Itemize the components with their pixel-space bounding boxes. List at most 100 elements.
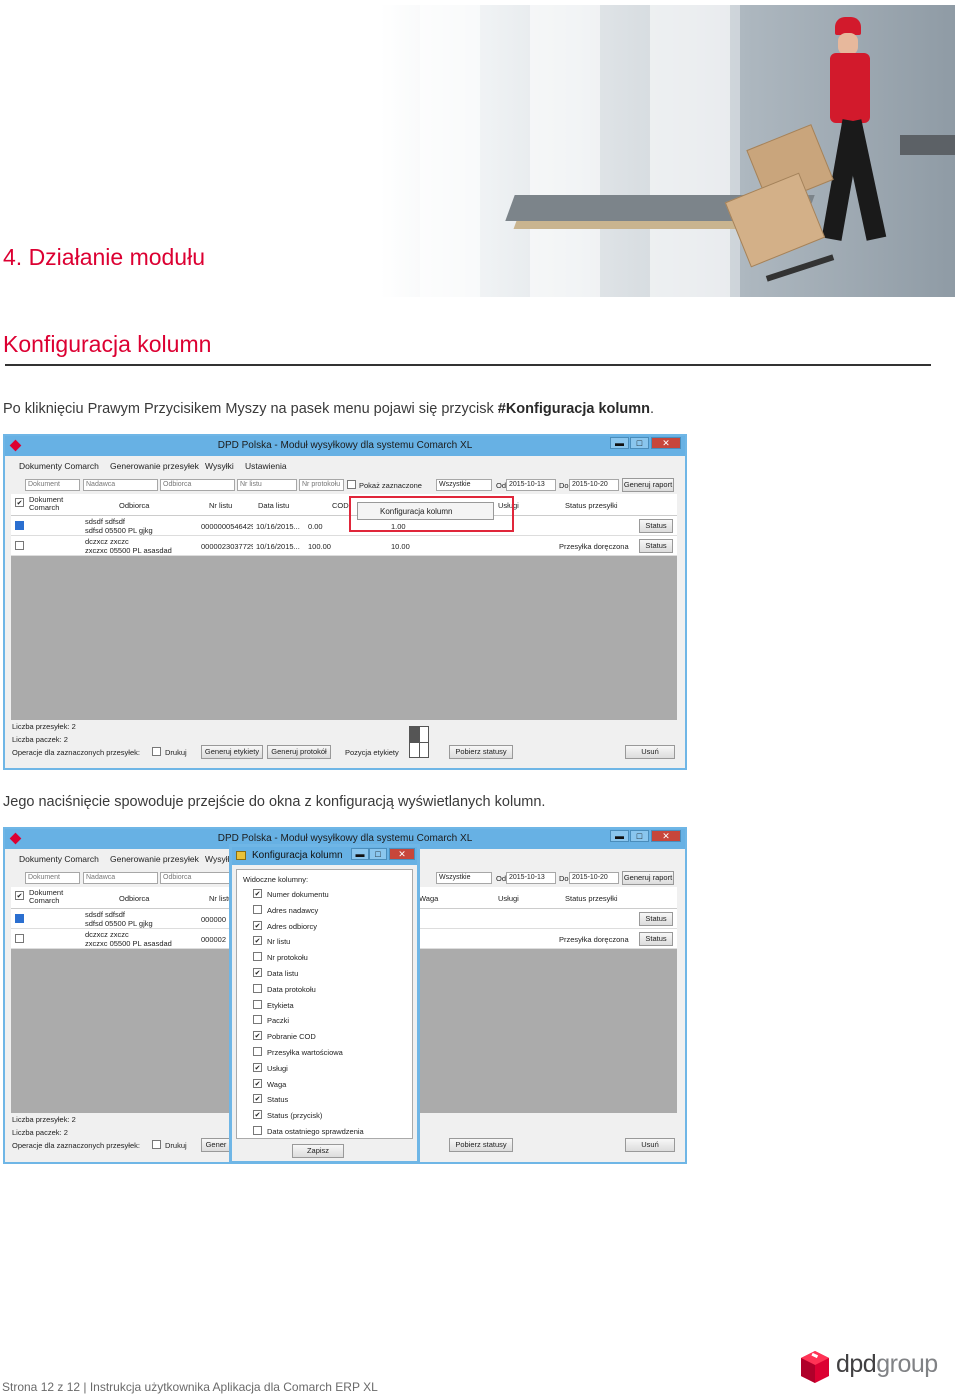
col-status[interactable]: Status przesyłki	[565, 501, 618, 510]
col-nr-listu[interactable]: Nr listu	[209, 501, 232, 510]
print-checkbox[interactable]	[152, 1140, 161, 1149]
col-cod[interactable]: COD	[332, 501, 349, 510]
status-select[interactable]: Wszystkie	[436, 479, 492, 491]
column-checkbox-label: Adres nadawcy	[267, 905, 319, 915]
save-button[interactable]: Zapisz	[292, 1144, 344, 1158]
generate-labels-button[interactable]: Gener	[201, 1138, 231, 1152]
od-label: Od	[496, 874, 507, 883]
column-checkbox[interactable]	[253, 1031, 262, 1041]
minimize-button[interactable]: ▬	[610, 437, 629, 449]
column-checkbox-label: Numer dokumentu	[267, 890, 329, 899]
column-checkbox[interactable]	[253, 1047, 262, 1056]
column-checkbox-label: Status (przycisk)	[267, 1111, 323, 1121]
operations-label: Operacje dla zaznaczonych przesyłek:	[12, 748, 140, 757]
column-checkbox[interactable]	[253, 999, 262, 1009]
column-checkbox[interactable]	[253, 936, 262, 946]
menu-generowanie[interactable]: Generowanie przesyłek	[110, 854, 199, 864]
dialog-close-button[interactable]: ✕	[389, 848, 415, 860]
row-checkbox[interactable]	[15, 521, 24, 530]
date-from-input[interactable]: 2015-10-13	[506, 872, 556, 884]
dpd-cube-icon	[801, 1351, 829, 1383]
col-uslugi[interactable]: Usługi	[498, 894, 519, 903]
date-to-input[interactable]: 2015-10-20	[569, 479, 619, 491]
menu-dokumenty[interactable]: Dokumenty Comarch	[19, 854, 99, 864]
generate-report-button[interactable]: Generuj raport	[622, 871, 674, 885]
table-row[interactable]: dczxcz zxczc zxczxc 05500 PL asasdad 000…	[11, 536, 677, 556]
column-config-dialog: Konfiguracja kolumn ▬ □ ✕ Widoczne kolum…	[229, 844, 420, 1162]
column-checkbox-label: Nr protokołu	[267, 953, 308, 963]
generate-labels-button[interactable]: Generuj etykiety	[201, 745, 263, 759]
column-checkbox[interactable]	[253, 1094, 262, 1104]
dialog-minimize-button[interactable]: ▬	[351, 848, 369, 860]
column-checkbox[interactable]	[253, 1078, 262, 1088]
column-checkbox[interactable]	[253, 1015, 262, 1025]
menu-wysylki[interactable]: Wysyłki	[205, 461, 234, 471]
table-row[interactable]: sdsdf sdfsdf sdfsd 05500 PL gjkg 0000000…	[11, 516, 677, 536]
row-checkbox[interactable]	[15, 934, 24, 943]
col-dokument[interactable]: Dokument Comarch	[29, 496, 69, 512]
menu-dokumenty[interactable]: Dokumenty Comarch	[19, 461, 99, 471]
menu-generowanie[interactable]: Generowanie przesyłek	[110, 461, 199, 471]
generate-report-button[interactable]: Generuj raport	[622, 478, 674, 492]
date-from-input[interactable]: 2015-10-13	[506, 479, 556, 491]
row-status-button[interactable]: Status	[639, 539, 673, 553]
col-waga[interactable]: Waga	[419, 894, 438, 903]
filter-odbiorca[interactable]: Odbiorca	[160, 872, 230, 884]
delete-button[interactable]: Usuń	[625, 1138, 675, 1152]
maximize-button[interactable]: □	[630, 830, 649, 842]
column-checkbox[interactable]	[253, 920, 262, 930]
col-odbiorca[interactable]: Odbiorca	[119, 894, 149, 903]
column-checkbox[interactable]	[253, 952, 262, 962]
maximize-button[interactable]: □	[630, 437, 649, 449]
col-data-listu[interactable]: Data listu	[258, 501, 289, 510]
column-checkbox-label: Adres odbiorcy	[267, 921, 318, 931]
select-all-checkbox[interactable]	[15, 891, 24, 900]
show-selected-checkbox[interactable]	[347, 480, 356, 489]
row-waga: 10.00	[391, 542, 410, 551]
row-status-button[interactable]: Status	[639, 912, 673, 926]
delete-button[interactable]: Usuń	[625, 745, 675, 759]
visible-columns-group: Widoczne kolumny: Numer dokumentu Adres n…	[236, 869, 413, 1139]
window-title: DPD Polska - Moduł wysyłkowy dla systemu…	[217, 440, 473, 451]
date-to-input[interactable]: 2015-10-20	[569, 872, 619, 884]
dialog-maximize-button[interactable]: □	[369, 848, 387, 860]
subsection-title: Konfiguracja kolumn	[3, 331, 212, 357]
col-odbiorca[interactable]: Odbiorca	[119, 501, 149, 510]
row-checkbox[interactable]	[15, 914, 24, 923]
column-checkbox[interactable]	[253, 904, 262, 914]
select-all-checkbox[interactable]	[15, 498, 24, 507]
fetch-statuses-button[interactable]: Pobierz statusy	[449, 1138, 513, 1152]
filter-nr-protokolu[interactable]: Nr protokołu	[299, 479, 344, 491]
status-select[interactable]: Wszystkie	[436, 872, 492, 884]
row-checkbox[interactable]	[15, 541, 24, 550]
filter-nadawca[interactable]: Nadawca	[83, 479, 158, 491]
row-nr-listu: 000002	[201, 935, 227, 944]
row-status-button[interactable]: Status	[639, 932, 673, 946]
close-button[interactable]: ✕	[651, 830, 681, 842]
column-checkbox[interactable]	[253, 968, 262, 977]
col-dokument[interactable]: Dokument Comarch	[29, 889, 69, 905]
minimize-button[interactable]: ▬	[610, 830, 629, 842]
column-checkbox[interactable]	[253, 1126, 262, 1135]
filter-nadawca[interactable]: Nadawca	[83, 872, 158, 884]
column-checkbox[interactable]	[253, 889, 262, 898]
print-checkbox[interactable]	[152, 747, 161, 756]
generate-protocol-button[interactable]: Generuj protokół	[267, 745, 331, 759]
menu-ustawienia[interactable]: Ustawienia	[245, 461, 287, 471]
filter-odbiorca[interactable]: Odbiorca	[160, 479, 235, 491]
row-status-button[interactable]: Status	[639, 519, 673, 533]
title-bar: DPD Polska - Moduł wysyłkowy dla systemu…	[5, 436, 685, 456]
filter-dokument[interactable]: Dokument	[25, 872, 80, 884]
column-checkbox[interactable]	[253, 1110, 262, 1120]
row-odbiorca-line1: sdsdf sdfsdf	[85, 910, 126, 919]
label-position-grid[interactable]	[409, 726, 429, 758]
od-label: Od	[496, 481, 507, 490]
close-button[interactable]: ✕	[651, 437, 681, 449]
col-status[interactable]: Status przesyłki	[565, 894, 618, 903]
fetch-statuses-button[interactable]: Pobierz statusy	[449, 745, 513, 759]
filter-nr-listu[interactable]: Nr listu	[237, 479, 297, 491]
show-selected-label: Pokaż zaznaczone	[359, 481, 422, 490]
filter-dokument[interactable]: Dokument	[25, 479, 80, 491]
column-checkbox[interactable]	[253, 983, 262, 993]
column-checkbox[interactable]	[253, 1062, 262, 1072]
